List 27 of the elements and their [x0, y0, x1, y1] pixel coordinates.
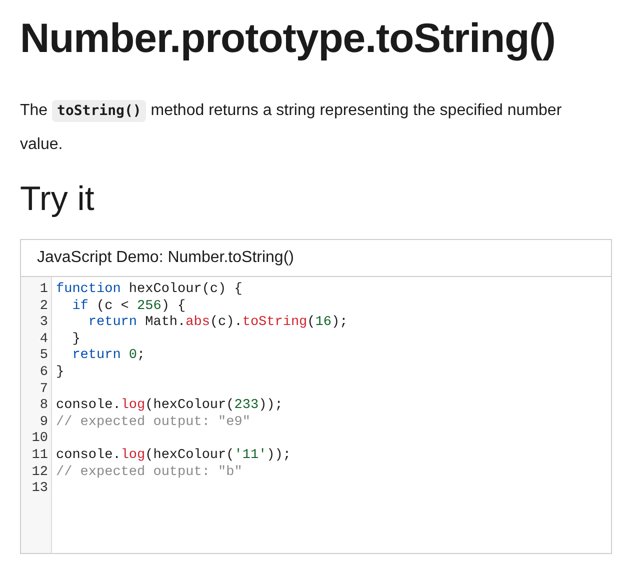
page-title: Number.prototype.toString()	[20, 14, 556, 63]
line-number: 2	[38, 298, 49, 316]
line-number: 1	[38, 282, 49, 299]
intro-paragraph: The toString() method returns a string representing the specified number value.	[20, 99, 563, 155]
line-number: 5	[38, 348, 49, 365]
line-number: 12	[30, 464, 49, 482]
line-number: 4	[38, 332, 49, 348]
line-number: 7	[38, 382, 49, 398]
code-line: return Math.abs(c).toString(16);	[87, 315, 349, 332]
code-line: // expected output: "e9"	[56, 414, 252, 432]
demo-header: JavaScript Demo: Number.toString()	[21, 240, 611, 277]
code-line: // expected output: "b"	[56, 464, 244, 482]
code-line: function hexColour(c) {	[56, 282, 244, 299]
code-line: }	[56, 364, 66, 382]
code-line: console.log(hexColour(233));	[56, 398, 284, 415]
line-number: 13	[30, 481, 49, 498]
line-number: 3	[38, 315, 49, 332]
code-line: }	[71, 332, 82, 348]
code-line: if (c < 256) {	[71, 298, 187, 315]
line-number: 11	[30, 448, 49, 465]
code-line: console.log(hexColour('11'));	[56, 448, 292, 465]
line-number: 6	[38, 364, 49, 382]
section-heading: Try it	[20, 179, 96, 220]
code-line: return 0;	[71, 348, 146, 365]
line-number: 9	[38, 414, 49, 432]
line-number: 10	[30, 431, 49, 448]
line-number: 8	[38, 398, 49, 415]
